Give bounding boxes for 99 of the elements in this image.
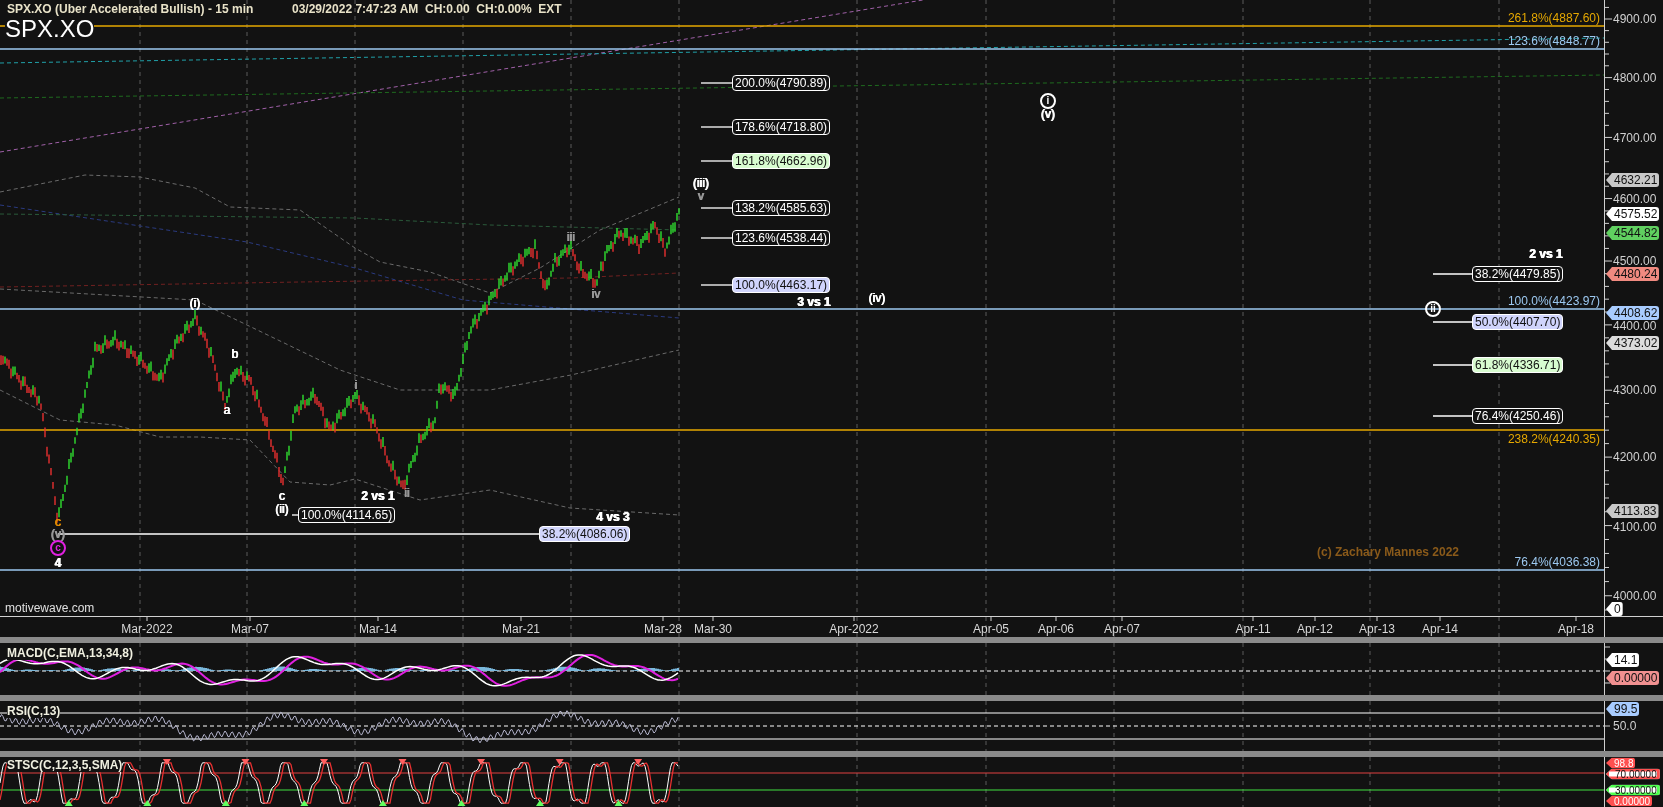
leader-line: [700, 207, 733, 209]
fib-target-label: 61.8%(4336.71): [1472, 357, 1564, 373]
axis-label: Apr-11: [1235, 622, 1271, 636]
fib-target-label: 100.0%(4463.17): [732, 277, 831, 293]
leader-line: [291, 514, 299, 516]
wave-label: (iii): [693, 176, 709, 190]
fib-target-label: 138.2%(4585.63): [732, 200, 831, 216]
leader-line: [1432, 415, 1473, 417]
axis-label: 4900.00: [1613, 12, 1657, 26]
axis-label: 4600.00: [1613, 192, 1657, 206]
axis-label: Apr-12: [1297, 622, 1333, 636]
price-tag: 4575.52: [1606, 207, 1660, 221]
axis-label: Mar-21: [502, 622, 540, 636]
level-label: 238.2%(4240.35): [1507, 432, 1600, 446]
axis-label: Apr-07: [1104, 622, 1140, 636]
axis-label: Mar-14: [359, 622, 397, 636]
leader-line: [1432, 321, 1473, 323]
axis-label: 4000.00: [1613, 589, 1657, 603]
wave-label: ii: [1425, 301, 1441, 317]
axis-label: Apr-2022: [829, 622, 879, 636]
wave-label: 4: [54, 556, 62, 570]
indicator-label: RSI(C,13): [7, 704, 61, 718]
axis-label: Apr-06: [1038, 622, 1074, 636]
price-tag: 0.00000: [1606, 795, 1653, 807]
wave-label: iv: [591, 287, 601, 301]
wave-label: i: [354, 378, 358, 392]
fib-target-label: 38.2%(4086.06): [539, 526, 631, 542]
wave-label: 2 vs 1: [361, 489, 395, 503]
axis-label: Mar-30: [694, 622, 732, 636]
leader-line: [700, 160, 733, 162]
leader-line: [700, 126, 733, 128]
wave-label: a: [223, 403, 231, 417]
price-tag: 99.5: [1606, 702, 1640, 716]
axis-label: 4700.00: [1613, 131, 1657, 145]
fib-target-label: 200.0%(4790.89): [732, 75, 831, 91]
level-label: 123.6%(4848.77): [1507, 34, 1600, 48]
axis-label: 4500.00: [1613, 254, 1657, 268]
wave-label: 2 vs 1: [1529, 247, 1563, 261]
wave-label: c: [55, 515, 61, 529]
price-tag: 4373.02: [1606, 336, 1660, 350]
wave-label: c: [50, 540, 66, 556]
price-tag: 4113.83: [1606, 504, 1659, 518]
leader-line: [1432, 273, 1473, 275]
price-tag: 14.1: [1606, 653, 1640, 667]
wave-label: 3 vs 1: [797, 295, 831, 309]
fib-target-label: 178.6%(4718.80): [732, 119, 831, 135]
price-tag: 98.8: [1606, 757, 1636, 769]
axis-label: Apr-14: [1422, 622, 1458, 636]
price-tag: 4632.21: [1606, 173, 1660, 187]
wave-label: (v): [1041, 107, 1055, 121]
wave-label: i: [1040, 93, 1056, 109]
wave-label: iii: [567, 230, 575, 244]
level-label: 100.0%(4423.97): [1507, 294, 1600, 308]
fib-target-label: 76.4%(4250.46): [1472, 408, 1564, 424]
wave-label: 4 vs 3: [596, 510, 630, 524]
wave-label: (iv): [868, 291, 886, 305]
axis-label: Mar-07: [231, 622, 269, 636]
price-tag: 4544.82: [1606, 226, 1660, 240]
fib-target-label: 38.2%(4479.85): [1472, 266, 1564, 282]
axis-label: 4300.00: [1613, 383, 1657, 397]
axis-label: Apr-18: [1558, 622, 1594, 636]
leader-line: [700, 284, 733, 286]
fib-target-label: 50.0%(4407.70): [1472, 314, 1564, 330]
copyright-text: (c) Zachary Mannes 2022: [1316, 545, 1460, 559]
level-label: 76.4%(4036.38): [1514, 555, 1600, 569]
fib-target-label: 123.6%(4538.44): [732, 230, 831, 246]
axis-label: 4400.00: [1613, 319, 1657, 333]
wave-label: (ii): [275, 502, 289, 516]
price-tag: 0.00000: [1606, 671, 1660, 685]
axis-label: Apr-05: [973, 622, 1009, 636]
leader-line: [1432, 364, 1473, 366]
price-tag: 30.00000: [1606, 784, 1660, 796]
wave-label: ii: [404, 486, 410, 500]
chart-title: SPX.XO (Uber Accelerated Bullish) - 15 min: [7, 2, 254, 16]
wave-label: v: [698, 189, 704, 203]
wave-label: c: [279, 489, 285, 503]
status-text: 03/29/2022 7:47:23 AM CH:0.00 CH:0.00% EXT: [292, 2, 562, 16]
price-tag: 4408.62: [1606, 306, 1660, 320]
wave-label: b: [231, 347, 239, 361]
axis-label: Mar-2022: [121, 622, 173, 636]
axis-label: 4800.00: [1613, 71, 1657, 85]
leader-line: [700, 82, 733, 84]
fib-target-label: 161.8%(4662.96): [732, 153, 831, 169]
indicator-label: MACD(C,EMA,13,34,8): [7, 646, 134, 660]
indicator-label: STSC(C,12,3,5,SMA): [7, 758, 123, 772]
leader-line: [700, 237, 733, 239]
wave-label: (v): [51, 527, 65, 541]
price-tag: 70.00000: [1606, 768, 1660, 780]
axis-label: 4200.00: [1613, 450, 1657, 464]
axis-label: Apr-13: [1359, 622, 1395, 636]
fib-target-label: 100.0%(4114.65): [298, 507, 396, 523]
brand-text: motivewave.com: [5, 601, 95, 615]
level-label: 261.8%(4887.60): [1507, 11, 1600, 25]
price-tag: 0: [1606, 602, 1623, 616]
axis-label: 4100.00: [1613, 520, 1657, 534]
price-tag: 4480.24: [1606, 267, 1660, 281]
axis-label: Mar-28: [644, 622, 682, 636]
wave-label: (i): [189, 296, 201, 310]
axis-label: 50.0: [1613, 719, 1637, 733]
